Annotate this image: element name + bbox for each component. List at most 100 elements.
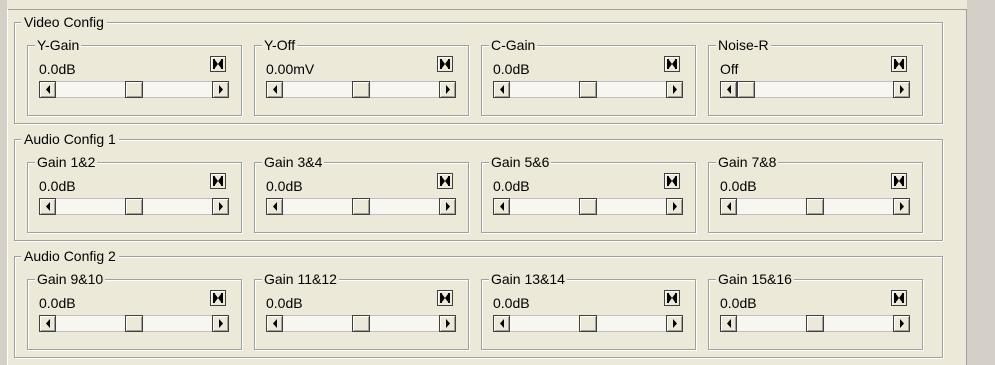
slider-thumb[interactable] [352, 198, 370, 215]
control-box: Gain 11&12 0.0dB [254, 271, 469, 350]
reset-button[interactable] [664, 290, 680, 306]
reset-icon [667, 293, 677, 303]
scroll-left-arrow-icon [46, 202, 50, 211]
slider-scrollbar[interactable] [720, 315, 910, 332]
scroll-right-arrow-icon [673, 85, 677, 94]
scroll-right-button[interactable] [893, 198, 910, 215]
scroll-right-button[interactable] [666, 315, 683, 332]
scroll-left-button[interactable] [39, 81, 56, 98]
scroll-right-arrow-icon [900, 85, 904, 94]
reset-button[interactable] [891, 56, 907, 72]
control-value: 0.0dB [39, 295, 76, 311]
slider-scrollbar[interactable] [39, 198, 229, 215]
scroll-left-arrow-icon [500, 202, 504, 211]
control-value: 0.0dB [720, 295, 757, 311]
slider-thumb[interactable] [352, 81, 370, 98]
slider-thumb[interactable] [806, 315, 824, 332]
group-title: Audio Config 1 [21, 131, 119, 147]
control-value: 0.0dB [493, 295, 530, 311]
scroll-left-button[interactable] [493, 81, 510, 98]
scroll-left-button[interactable] [266, 81, 283, 98]
reset-button[interactable] [664, 56, 680, 72]
slider-thumb[interactable] [352, 315, 370, 332]
scroll-left-arrow-icon [273, 319, 277, 328]
scroll-right-button[interactable] [666, 198, 683, 215]
scroll-right-arrow-icon [900, 202, 904, 211]
scroll-right-button[interactable] [439, 315, 456, 332]
slider-scrollbar[interactable] [39, 315, 229, 332]
slider-thumb[interactable] [737, 81, 755, 98]
control-value: 0.0dB [266, 178, 303, 194]
scroll-left-button[interactable] [720, 198, 737, 215]
panel-left-border [7, 9, 8, 365]
slider-scrollbar[interactable] [39, 81, 229, 98]
scroll-right-button[interactable] [666, 81, 683, 98]
slider-thumb[interactable] [125, 81, 143, 98]
reset-icon [440, 59, 450, 69]
reset-button[interactable] [437, 173, 453, 189]
slider-scrollbar[interactable] [266, 198, 456, 215]
slider-thumb[interactable] [125, 315, 143, 332]
scroll-left-button[interactable] [266, 315, 283, 332]
reset-icon [213, 176, 223, 186]
scroll-left-button[interactable] [720, 315, 737, 332]
control-title: Gain 13&14 [489, 271, 567, 287]
reset-icon [667, 59, 677, 69]
control-title: Gain 9&10 [35, 271, 106, 287]
slider-thumb[interactable] [579, 315, 597, 332]
reset-icon [894, 59, 904, 69]
slider-scrollbar[interactable] [720, 81, 910, 98]
scroll-left-button[interactable] [493, 198, 510, 215]
scroll-left-button[interactable] [493, 315, 510, 332]
slider-thumb[interactable] [125, 198, 143, 215]
scroll-left-button[interactable] [39, 315, 56, 332]
scroll-right-button[interactable] [439, 81, 456, 98]
slider-scrollbar[interactable] [493, 81, 683, 98]
control-title: Gain 7&8 [716, 154, 779, 170]
control-value: Off [720, 61, 739, 77]
control-box: Gain 3&4 0.0dB [254, 154, 469, 233]
slider-scrollbar[interactable] [493, 198, 683, 215]
control-title: Gain 15&16 [716, 271, 794, 287]
scroll-right-button[interactable] [893, 81, 910, 98]
slider-thumb[interactable] [579, 81, 597, 98]
scroll-right-button[interactable] [212, 315, 229, 332]
control-value: 0.0dB [266, 295, 303, 311]
reset-button[interactable] [664, 173, 680, 189]
slider-scrollbar[interactable] [266, 81, 456, 98]
scroll-left-arrow-icon [46, 319, 50, 328]
control-title: Gain 11&12 [262, 271, 339, 287]
control-value: 0.0dB [39, 178, 76, 194]
reset-button[interactable] [437, 290, 453, 306]
scroll-right-arrow-icon [673, 319, 677, 328]
slider-thumb[interactable] [579, 198, 597, 215]
reset-button[interactable] [891, 290, 907, 306]
scroll-left-arrow-icon [273, 202, 277, 211]
scroll-right-arrow-icon [446, 319, 450, 328]
scroll-right-button[interactable] [212, 81, 229, 98]
control-title: Noise-R [716, 37, 771, 53]
group-title: Video Config [21, 14, 107, 30]
control-value: 0.0dB [39, 61, 76, 77]
reset-button[interactable] [210, 290, 226, 306]
scroll-left-arrow-icon [727, 202, 731, 211]
scroll-left-button[interactable] [720, 81, 737, 98]
reset-button[interactable] [210, 56, 226, 72]
slider-scrollbar[interactable] [266, 315, 456, 332]
slider-scrollbar[interactable] [720, 198, 910, 215]
scroll-left-button[interactable] [266, 198, 283, 215]
slider-scrollbar[interactable] [493, 315, 683, 332]
control-box: C-Gain 0.0dB [481, 37, 696, 116]
scroll-left-arrow-icon [727, 319, 731, 328]
reset-button[interactable] [891, 173, 907, 189]
reset-icon [894, 293, 904, 303]
slider-thumb[interactable] [806, 198, 824, 215]
scroll-right-arrow-icon [219, 85, 223, 94]
scroll-right-button[interactable] [212, 198, 229, 215]
reset-button[interactable] [437, 56, 453, 72]
scroll-left-button[interactable] [39, 198, 56, 215]
scroll-right-button[interactable] [893, 315, 910, 332]
reset-button[interactable] [210, 173, 226, 189]
reset-icon [894, 176, 904, 186]
scroll-right-button[interactable] [439, 198, 456, 215]
